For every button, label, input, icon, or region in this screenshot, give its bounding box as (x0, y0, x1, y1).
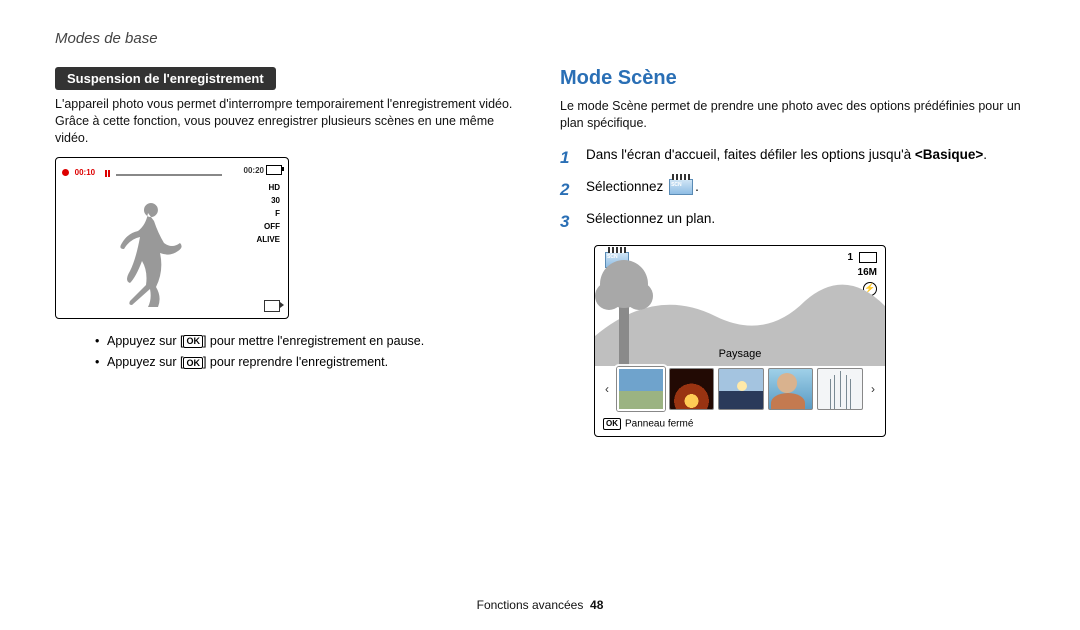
chevron-left-icon[interactable]: ‹ (601, 372, 613, 406)
step-3: 3 Sélectionnez un plan. (560, 206, 1025, 238)
list-item: Appuyez sur [OK] pour reprendre l'enregi… (95, 352, 520, 373)
section-pill-suspension: Suspension de l'enregistrement (55, 67, 276, 90)
dancer-silhouette (96, 195, 196, 310)
ok-button-icon: OK (183, 357, 203, 370)
heading-mode-scene: Mode Scène (560, 67, 1025, 90)
alive-label: ALIVE (256, 234, 280, 245)
fps-label: 30 (256, 195, 280, 206)
selected-scene-label: Paysage (595, 348, 885, 360)
step-1: 1 Dans l'écran d'accueil, faites défiler… (560, 142, 1025, 174)
record-dot-icon (62, 169, 69, 176)
camera-lcd-recording: 00:10 00:20 HD 30 F OFF ALIVE (55, 157, 289, 319)
record-settings-stack: HD 30 F OFF ALIVE (256, 182, 280, 248)
thumb-portrait[interactable] (768, 368, 814, 410)
scene-intro: Le mode Scène permet de prendre une phot… (560, 98, 1025, 132)
pause-instructions: Appuyez sur [OK] pour mettre l'enregistr… (55, 331, 520, 374)
camera-icon (264, 300, 280, 312)
thumb-dawn[interactable] (718, 368, 764, 410)
scene-thumbnails: ‹ › (601, 368, 879, 410)
scn-mode-icon: SCN (669, 179, 693, 195)
page-header: Modes de base (55, 30, 1025, 47)
column-right: Mode Scène Le mode Scène permet de prend… (560, 67, 1025, 437)
thumb-sunset[interactable] (669, 368, 715, 410)
column-left: Suspension de l'enregistrement L'apparei… (55, 67, 520, 437)
battery-icon (266, 165, 282, 175)
progress-bar (116, 174, 222, 176)
f-label: F (256, 208, 280, 219)
page-footer: Fonctions avancées 48 (0, 598, 1080, 612)
step-number: 3 (560, 206, 576, 238)
pause-icon (105, 165, 111, 180)
step-2: 2 Sélectionnez SCN. (560, 174, 1025, 206)
suspension-intro: L'appareil photo vous permet d'interromp… (55, 96, 520, 147)
list-item: Appuyez sur [OK] pour mettre l'enregistr… (95, 331, 520, 352)
panel-action-row: OK Panneau fermé (603, 418, 693, 430)
ok-button-icon: OK (603, 418, 621, 430)
hd-label: HD (256, 182, 280, 193)
ok-button-icon: OK (183, 335, 203, 348)
step-number: 2 (560, 174, 576, 206)
off-label: OFF (256, 221, 280, 232)
elapsed-time: 00:10 (75, 168, 95, 177)
page-number: 48 (590, 598, 603, 612)
thumb-landscape[interactable] (617, 367, 665, 411)
scene-steps: 1 Dans l'écran d'accueil, faites défiler… (560, 142, 1025, 239)
thumb-snow[interactable] (817, 368, 863, 410)
total-time: 00:20 (244, 166, 264, 175)
step-number: 1 (560, 142, 576, 174)
camera-lcd-scene: SCN 1 16M ⚡ Paysage (594, 245, 886, 437)
panel-closed-label: Panneau fermé (625, 418, 693, 429)
manual-page: Modes de base Suspension de l'enregistre… (0, 0, 1080, 457)
footer-section: Fonctions avancées (477, 598, 584, 612)
chevron-right-icon[interactable]: › (867, 372, 879, 406)
